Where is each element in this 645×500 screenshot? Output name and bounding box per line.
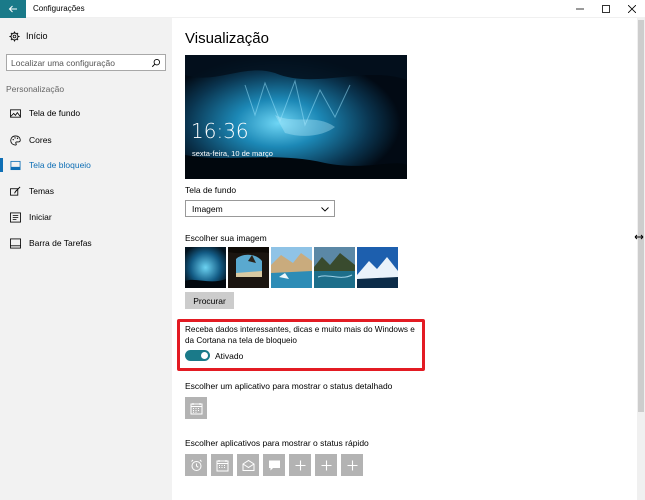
brush-icon: [9, 185, 21, 197]
search-icon[interactable]: [150, 57, 162, 69]
fun-facts-toggle[interactable]: [185, 350, 210, 361]
lock-screen-icon: [9, 159, 21, 171]
title-bar: Configurações: [0, 0, 645, 18]
add-app-button-1[interactable]: [289, 454, 311, 476]
start-icon: [9, 211, 21, 223]
sidebar-item-label: Barra de Tarefas: [29, 238, 92, 248]
page-title: Visualização: [185, 30, 269, 47]
image-thumbnails: [185, 247, 398, 288]
background-dropdown[interactable]: Imagem: [185, 200, 335, 217]
active-indicator: [0, 158, 3, 172]
quick-status-apps: [185, 454, 363, 476]
browse-button[interactable]: Procurar: [185, 292, 234, 309]
sidebar-item-start[interactable]: Iniciar: [0, 207, 172, 227]
toggle-knob: [201, 352, 208, 359]
close-button[interactable]: [619, 0, 645, 18]
thumbnail-ice-cave[interactable]: [185, 247, 226, 288]
window-title: Configurações: [33, 4, 85, 13]
ice-cave-image: [185, 55, 407, 179]
back-button[interactable]: [0, 0, 26, 18]
picture-icon: [9, 107, 21, 119]
messaging-app-button[interactable]: [263, 454, 285, 476]
background-label: Tela de fundo: [185, 185, 237, 195]
back-arrow-icon: [8, 5, 17, 12]
taskbar-icon: [9, 237, 21, 249]
chevron-down-icon: [321, 207, 329, 212]
mail-app-button[interactable]: [237, 454, 259, 476]
toggle-label: Ativado: [215, 351, 244, 361]
dropdown-value: Imagem: [192, 203, 223, 214]
sidebar-item-background[interactable]: Tela de fundo: [0, 103, 172, 123]
thumbnail-lake-cliffs[interactable]: [271, 247, 312, 288]
preview-time: 16:36: [191, 119, 249, 143]
quick-status-label: Escolher aplicativos para mostrar o stat…: [185, 438, 369, 448]
sidebar-item-label: Tela de fundo: [29, 108, 81, 118]
maximize-button[interactable]: [593, 0, 619, 18]
main-content: Visualização 16:36 sexta-feira, 10 de ma…: [172, 18, 637, 500]
add-app-button-2[interactable]: [315, 454, 337, 476]
close-icon: [628, 5, 636, 13]
sidebar-home[interactable]: Início: [8, 30, 48, 42]
alarm-clock-icon: [190, 459, 202, 471]
sidebar-item-colors[interactable]: Cores: [0, 130, 172, 150]
gear-icon: [8, 30, 20, 42]
search-input[interactable]: [11, 57, 150, 68]
sidebar: Início Personalização Tela de fundo Core…: [0, 18, 172, 500]
scrollbar-thumb[interactable]: [638, 20, 644, 412]
scrollbar[interactable]: [637, 18, 645, 500]
choose-image-label: Escolher sua imagem: [185, 233, 267, 243]
search-box[interactable]: [6, 54, 166, 71]
chat-bubble-icon: [268, 460, 280, 470]
plus-icon: [347, 460, 357, 470]
palette-icon: [9, 134, 21, 146]
thumbnail-beach-arch[interactable]: [228, 247, 269, 288]
sidebar-item-label: Temas: [29, 186, 55, 196]
sidebar-item-taskbar[interactable]: Barra de Tarefas: [0, 233, 172, 253]
detailed-status-label: Escolher um aplicativo para mostrar o st…: [185, 381, 393, 391]
thumbnail-mountain-lake[interactable]: [314, 247, 355, 288]
calendar-icon: [216, 459, 228, 471]
calendar-app-button[interactable]: [211, 454, 233, 476]
sidebar-item-lock-screen[interactable]: Tela de bloqueio: [0, 155, 172, 175]
preview-date: sexta-feira, 10 de março: [192, 149, 273, 158]
alarm-app-button[interactable]: [185, 454, 207, 476]
plus-icon: [321, 460, 331, 470]
calendar-icon: [190, 402, 202, 414]
sidebar-item-label: Iniciar: [29, 212, 52, 222]
plus-icon: [295, 460, 305, 470]
minimize-icon: [576, 8, 584, 10]
thumbnail-snow-mountains[interactable]: [357, 247, 398, 288]
lock-screen-preview: 16:36 sexta-feira, 10 de março: [185, 55, 407, 179]
maximize-icon: [602, 5, 610, 13]
section-label: Personalização: [6, 84, 65, 94]
mail-icon: [242, 459, 254, 471]
minimize-button[interactable]: [567, 0, 593, 18]
resize-cursor-icon: [634, 234, 644, 240]
detailed-status-app-button[interactable]: [185, 397, 207, 419]
sidebar-item-themes[interactable]: Temas: [0, 181, 172, 201]
sidebar-home-label: Início: [26, 31, 48, 41]
fun-facts-text: Receba dados interessantes, dicas e muit…: [185, 325, 415, 345]
sidebar-item-label: Cores: [29, 135, 52, 145]
sidebar-item-label: Tela de bloqueio: [29, 160, 91, 170]
add-app-button-3[interactable]: [341, 454, 363, 476]
